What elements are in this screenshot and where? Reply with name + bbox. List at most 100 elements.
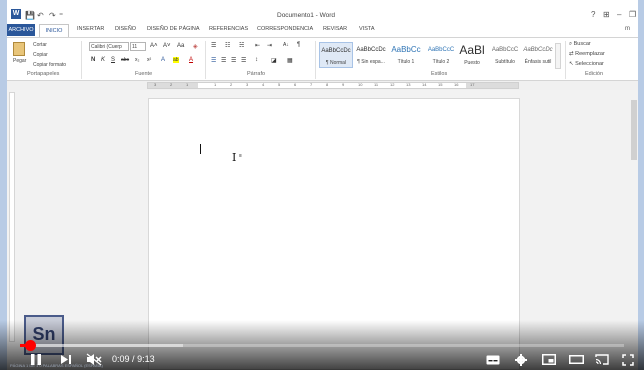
- style-normal[interactable]: AaBbCcDc ¶ Normal: [319, 42, 353, 68]
- ruler-number: 5: [278, 82, 281, 87]
- theater-mode-icon[interactable]: [569, 355, 584, 364]
- show-marks-button[interactable]: ¶: [297, 42, 300, 48]
- account-name[interactable]: m: [625, 26, 630, 32]
- cut-button[interactable]: Cortar: [33, 42, 47, 48]
- progress-bar[interactable]: [20, 344, 624, 347]
- save-icon[interactable]: 💾: [25, 11, 35, 20]
- style-sample: AaBbCcC: [491, 47, 519, 53]
- style-subtitle[interactable]: AaBbCcC Subtítulo: [488, 42, 522, 68]
- style-name: Título 1: [397, 59, 415, 65]
- decrease-indent-button[interactable]: ⇤: [255, 42, 260, 49]
- shading-button[interactable]: ◪: [271, 57, 277, 64]
- find-button[interactable]: ⌕ Buscar: [569, 41, 591, 48]
- style-sample: AaBbCc: [391, 45, 421, 54]
- style-name: Título 2: [432, 59, 450, 65]
- text-effects-button[interactable]: A: [161, 57, 165, 63]
- ruler-number: 3: [154, 82, 157, 87]
- group-separator: [315, 41, 316, 79]
- ruler-number: 2: [230, 82, 233, 87]
- minimize-icon[interactable]: –: [617, 10, 621, 19]
- scrollbar-thumb[interactable]: [631, 100, 637, 160]
- tab-diseno[interactable]: DISEÑO: [115, 26, 136, 32]
- style-title[interactable]: AaBl Puesto: [455, 42, 489, 68]
- settings-gear-icon[interactable]: [515, 354, 527, 366]
- borders-button[interactable]: ▦: [287, 57, 293, 64]
- help-icon[interactable]: ?: [591, 10, 595, 19]
- time-display: 0:09 / 9:13: [112, 354, 155, 364]
- group-separator: [205, 41, 206, 79]
- font-size-select[interactable]: 11: [130, 42, 146, 51]
- center-button[interactable]: ☰: [221, 57, 226, 64]
- align-left-button[interactable]: ☰: [211, 57, 216, 64]
- customize-toolbar-icon[interactable]: ⁼: [59, 11, 63, 20]
- copy-button[interactable]: Copiar: [33, 52, 48, 58]
- strikethrough-button[interactable]: abc: [121, 57, 129, 63]
- ruler-number: 15: [438, 82, 443, 87]
- tab-inicio[interactable]: INICIO: [39, 24, 69, 37]
- mute-icon[interactable]: [86, 353, 102, 366]
- tab-referencias[interactable]: REFERENCIAS: [209, 26, 248, 32]
- miniplayer-icon[interactable]: [542, 354, 556, 365]
- multilevel-list-button[interactable]: ☵: [239, 42, 244, 49]
- paste-icon[interactable]: [13, 42, 25, 56]
- style-heading-1[interactable]: AaBbCc Título 1: [389, 42, 423, 68]
- underline-button[interactable]: S: [111, 57, 115, 63]
- fullscreen-icon[interactable]: [622, 354, 634, 366]
- restore-icon[interactable]: ❐: [629, 10, 636, 19]
- ruler-number: 12: [390, 82, 395, 87]
- time-current: 0:09: [112, 354, 130, 364]
- tab-correspondencia[interactable]: CORRESPONDENCIA: [257, 26, 313, 32]
- styles-gallery-scroll[interactable]: [555, 43, 561, 69]
- pause-icon[interactable]: [30, 353, 42, 366]
- clear-format-icon[interactable]: ◈: [193, 43, 198, 50]
- document-title: Documento1 - Word: [277, 12, 336, 19]
- ruler-number: 13: [406, 82, 411, 87]
- replace-button[interactable]: ⇄ Reemplazar: [569, 51, 605, 57]
- line-spacing-button[interactable]: ↕: [255, 57, 258, 63]
- align-right-button[interactable]: ☰: [231, 57, 236, 64]
- ruler-number: 9: [342, 82, 345, 87]
- horizontal-ruler[interactable]: 3 2 1 1 2 3 4 5 6 7 8 9 10 11 12 13 14 1…: [147, 82, 519, 89]
- bold-button[interactable]: N: [91, 57, 95, 63]
- next-icon[interactable]: [60, 354, 72, 365]
- time-total: 9:13: [137, 354, 155, 364]
- style-name: ¶ Sin espa...: [357, 59, 385, 65]
- subscript-button[interactable]: x₂: [135, 57, 139, 63]
- font-color-button[interactable]: A: [189, 57, 193, 63]
- change-case-button[interactable]: Aa: [177, 43, 184, 49]
- title-bar: W 💾 ↶ ↷ ⁼ Documento1 - Word ? ⊞ – ❐: [7, 0, 638, 24]
- subtitles-icon[interactable]: [486, 355, 500, 365]
- left-border: [0, 0, 7, 370]
- justify-button[interactable]: ☰: [241, 57, 246, 64]
- screen: W 💾 ↶ ↷ ⁼ Documento1 - Word ? ⊞ – ❐ ARCH…: [0, 0, 644, 370]
- bullets-button[interactable]: ☰: [211, 42, 216, 49]
- sort-button[interactable]: A↓: [283, 42, 289, 48]
- tab-insertar[interactable]: INSERTAR: [77, 26, 104, 32]
- paste-button[interactable]: Pegar: [13, 58, 26, 64]
- increase-indent-button[interactable]: ⇥: [267, 42, 272, 49]
- tab-revisar[interactable]: REVISAR: [323, 26, 347, 32]
- format-painter-button[interactable]: Copiar formato: [33, 62, 66, 68]
- tab-archivo[interactable]: ARCHIVO: [7, 24, 35, 36]
- style-no-spacing[interactable]: AaBbCcDc ¶ Sin espa...: [354, 42, 388, 68]
- ibeam-mark-icon: ≡: [239, 153, 242, 159]
- vertical-ruler[interactable]: [9, 92, 15, 342]
- italic-button[interactable]: K: [101, 57, 105, 63]
- select-button[interactable]: ↖ Seleccionar: [569, 61, 604, 67]
- tab-vista[interactable]: VISTA: [359, 26, 375, 32]
- undo-icon[interactable]: ↶: [37, 11, 44, 20]
- ribbon-tabs: ARCHIVO INICIO INSERTAR DISEÑO DISEÑO DE…: [7, 24, 638, 37]
- grow-font-button[interactable]: A˄: [150, 43, 158, 49]
- cast-icon[interactable]: [595, 354, 609, 365]
- style-heading-2[interactable]: AaBbCcC Título 2: [424, 42, 458, 68]
- style-subtle-emphasis[interactable]: AaBbCcDc Énfasis sutil: [521, 42, 555, 68]
- shrink-font-button[interactable]: A˅: [163, 43, 171, 49]
- tab-diseno-de-pagina[interactable]: DISEÑO DE PÁGINA: [147, 26, 200, 32]
- scrubber-handle[interactable]: [25, 340, 36, 351]
- superscript-button[interactable]: x²: [147, 57, 151, 63]
- highlight-button[interactable]: ab: [173, 57, 179, 63]
- font-family-select[interactable]: Calibri (Cuerp: [89, 42, 129, 51]
- redo-icon[interactable]: ↷: [49, 11, 56, 20]
- ribbon-options-icon[interactable]: ⊞: [603, 10, 610, 19]
- numbering-button[interactable]: ☷: [225, 42, 230, 49]
